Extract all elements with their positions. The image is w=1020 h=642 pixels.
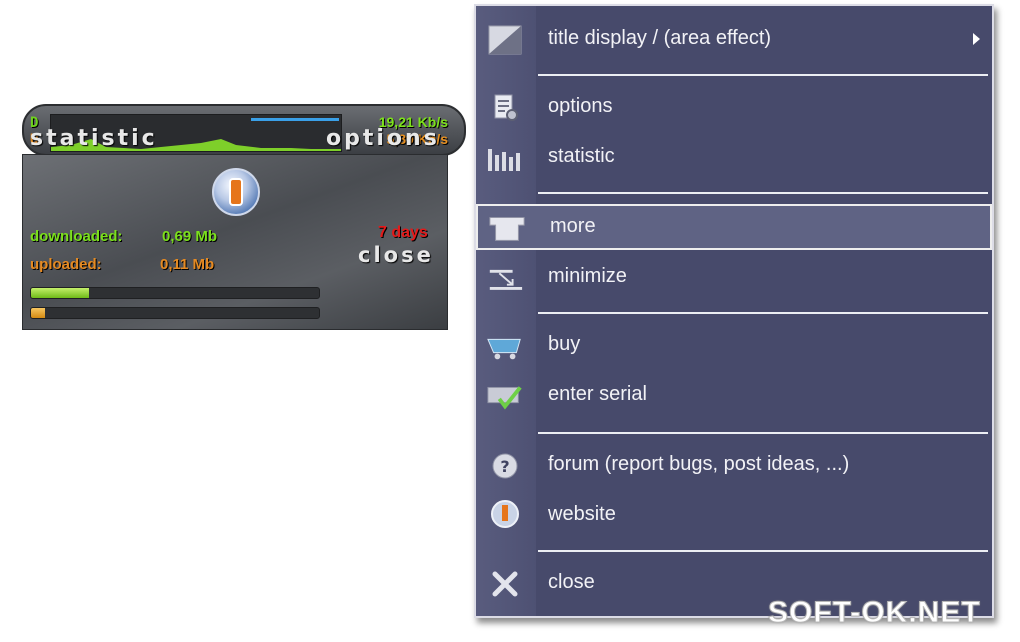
trial-days-left: 7 days <box>378 224 428 241</box>
menu-item-label: title display / (area effect) <box>548 27 772 49</box>
uploaded-value: 0,11 Mb <box>160 256 215 273</box>
menu-item-label: website <box>548 503 616 525</box>
watermark: SOFT-OK.NET <box>768 596 981 630</box>
help-icon: ? <box>486 450 524 482</box>
widget-close-button[interactable]: close <box>358 243 434 267</box>
menu-separator <box>538 432 988 434</box>
menu-item-more[interactable]: more <box>476 204 992 250</box>
options-button[interactable]: options <box>326 126 440 151</box>
menu-item-options[interactable]: options <box>476 84 992 130</box>
menu-item-enter-serial[interactable]: enter serial <box>476 372 992 418</box>
downloaded-value: 0,69 Mb <box>162 228 218 245</box>
submenu-arrow-icon <box>973 33 980 45</box>
menu-item-label: minimize <box>548 265 627 287</box>
statistic-button[interactable]: statistic <box>30 126 158 151</box>
options-icon <box>486 92 524 124</box>
serial-icon <box>486 380 524 412</box>
widget-content: statistic options downloaded: 0,69 Mb up… <box>22 0 472 642</box>
context-menu: title display / (area effect) options st… <box>474 4 994 618</box>
uploaded-label: uploaded: <box>30 256 102 273</box>
menu-item-label: enter serial <box>548 383 647 405</box>
close-icon <box>486 568 524 600</box>
menu-item-label: statistic <box>548 145 615 167</box>
more-icon <box>488 212 526 244</box>
menu-separator <box>538 312 988 314</box>
svg-text:?: ? <box>500 457 509 476</box>
app-logo-icon[interactable] <box>212 168 260 216</box>
menu-item-label: forum (report bugs, post ideas, ...) <box>548 453 850 475</box>
menu-item-minimize[interactable]: minimize <box>476 254 992 300</box>
downloaded-label: downloaded: <box>30 228 123 245</box>
download-progress-bar <box>30 287 320 299</box>
menu-item-label: close <box>548 571 595 593</box>
menu-item-title-display[interactable]: title display / (area effect) <box>476 16 992 62</box>
upload-progress-bar <box>30 307 320 319</box>
title-display-icon <box>486 24 524 56</box>
menu-item-statistic[interactable]: statistic <box>476 134 992 180</box>
menu-item-label: options <box>548 95 613 117</box>
minimize-icon <box>486 262 524 294</box>
cart-icon <box>486 330 524 362</box>
menu-item-label: more <box>550 215 596 237</box>
statistic-icon <box>486 142 524 174</box>
menu-item-forum[interactable]: ? forum (report bugs, post ideas, ...) <box>476 442 992 488</box>
menu-item-label: buy <box>548 333 581 355</box>
menu-separator <box>538 550 988 552</box>
menu-item-buy[interactable]: buy <box>476 322 992 368</box>
menu-separator <box>538 192 988 194</box>
website-icon <box>486 500 524 532</box>
menu-item-website[interactable]: website <box>476 492 992 538</box>
menu-separator <box>538 74 988 76</box>
